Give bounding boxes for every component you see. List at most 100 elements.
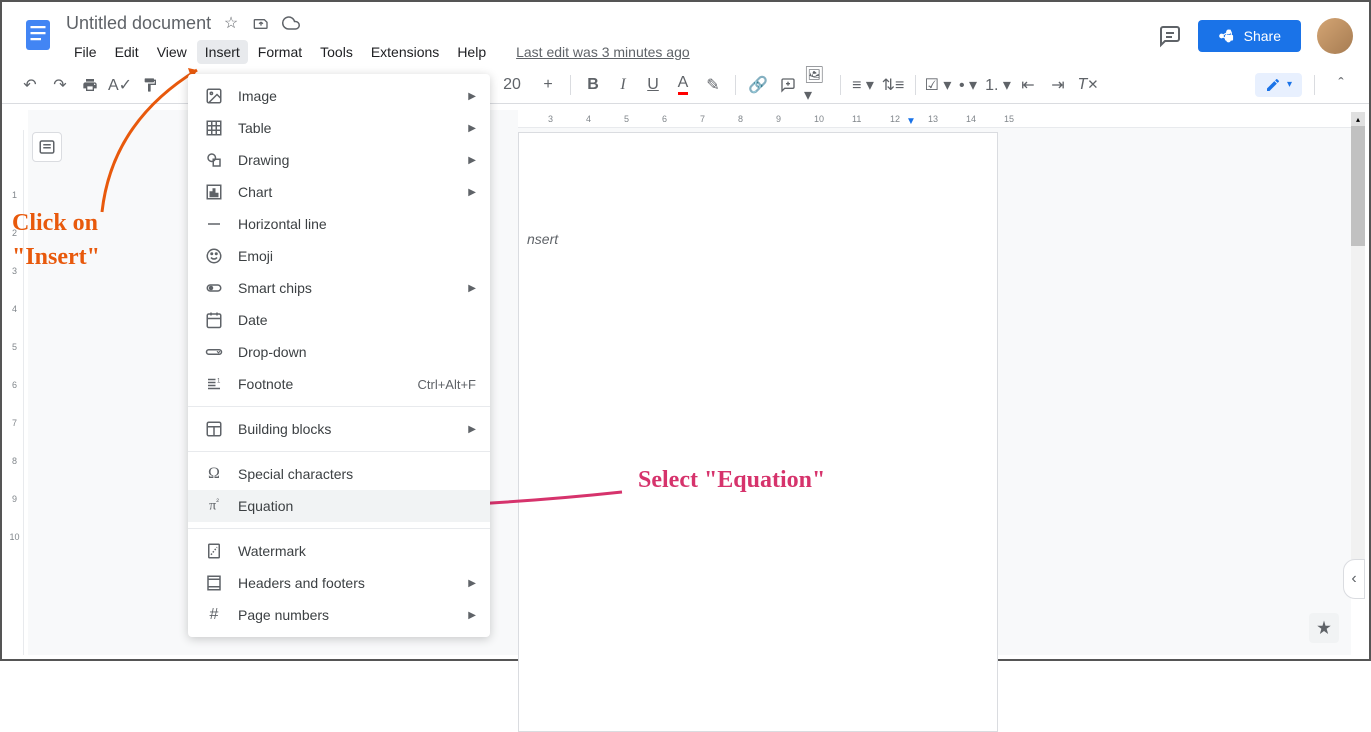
number-list-icon[interactable]: 1. ▾ bbox=[984, 71, 1012, 99]
dropdown-shortcut: Ctrl+Alt+F bbox=[417, 377, 476, 392]
dropdown-item-date[interactable]: Date bbox=[188, 304, 490, 336]
redo-icon[interactable]: ↷ bbox=[46, 71, 74, 99]
font-size-plus[interactable]: + bbox=[534, 71, 562, 99]
explore-icon[interactable] bbox=[1309, 613, 1339, 643]
insert-dropdown: Image▶Table▶Drawing▶Chart▶Horizontal lin… bbox=[188, 74, 490, 637]
document-page[interactable]: nsert bbox=[518, 132, 998, 732]
chevron-right-icon: ▶ bbox=[468, 91, 476, 102]
chevron-right-icon: ▶ bbox=[468, 283, 476, 294]
indent-marker-icon[interactable]: ▼ bbox=[906, 116, 916, 127]
line-spacing-icon[interactable]: ⇅≡ bbox=[879, 71, 907, 99]
menu-edit[interactable]: Edit bbox=[107, 40, 147, 64]
align-icon[interactable]: ≡ ▾ bbox=[849, 71, 877, 99]
drawing-icon bbox=[204, 150, 224, 170]
omega-icon: Ω bbox=[204, 464, 224, 484]
scroll-up-icon[interactable]: ▴ bbox=[1351, 112, 1365, 126]
cloud-status-icon[interactable] bbox=[281, 13, 301, 33]
footnote-icon: 1 bbox=[204, 374, 224, 394]
dropdown-item-label: Footnote bbox=[238, 376, 293, 392]
underline-icon[interactable]: U bbox=[639, 71, 667, 99]
font-size-input[interactable]: 20 bbox=[492, 71, 532, 99]
last-edit-link[interactable]: Last edit was 3 minutes ago bbox=[516, 44, 690, 60]
outline-toggle-icon[interactable] bbox=[32, 132, 62, 162]
comments-icon[interactable] bbox=[1158, 24, 1182, 48]
print-icon[interactable] bbox=[76, 71, 104, 99]
bold-icon[interactable]: B bbox=[579, 71, 607, 99]
dropdown-item-label: Drop-down bbox=[238, 344, 306, 360]
dropdown-item-footnote[interactable]: 1 Footnote Ctrl+Alt+F bbox=[188, 368, 490, 400]
dropdown-separator bbox=[188, 528, 490, 529]
dropdown-item-chart[interactable]: Chart▶ bbox=[188, 176, 490, 208]
dropdown-item-label: Page numbers bbox=[238, 607, 329, 623]
clear-format-icon[interactable]: T✕ bbox=[1074, 71, 1102, 99]
menu-extensions[interactable]: Extensions bbox=[363, 40, 447, 64]
chevron-right-icon: ▶ bbox=[468, 610, 476, 621]
dropdown-item-image[interactable]: Image ▶ bbox=[188, 80, 490, 112]
comment-add-icon[interactable] bbox=[774, 71, 802, 99]
headers-icon bbox=[204, 573, 224, 593]
share-button[interactable]: Share bbox=[1198, 20, 1301, 52]
menu-file[interactable]: File bbox=[66, 40, 105, 64]
link-icon[interactable]: 🔗 bbox=[744, 71, 772, 99]
dropdown-item-label: Image bbox=[238, 88, 277, 104]
dropdown-item-watermark[interactable]: Watermark bbox=[188, 535, 490, 567]
image-insert-icon[interactable]: 🖼 ▾ bbox=[804, 71, 832, 99]
dropdown-item-equation[interactable]: π²Equation bbox=[188, 490, 490, 522]
chevron-right-icon: ▶ bbox=[468, 187, 476, 198]
side-panel-toggle-icon[interactable]: ‹ bbox=[1343, 559, 1365, 599]
menu-insert[interactable]: Insert bbox=[197, 40, 248, 64]
menu-tools[interactable]: Tools bbox=[312, 40, 361, 64]
chevron-right-icon: ▶ bbox=[468, 123, 476, 134]
editing-mode-button[interactable]: ▾ bbox=[1255, 73, 1302, 97]
dropdown-item-label: Emoji bbox=[238, 248, 273, 264]
checklist-icon[interactable]: ☑ ▾ bbox=[924, 71, 952, 99]
dropdown-item-drawing[interactable]: Drawing▶ bbox=[188, 144, 490, 176]
scroll-thumb[interactable] bbox=[1351, 126, 1365, 246]
menu-format[interactable]: Format bbox=[250, 40, 310, 64]
text-color-icon[interactable]: A bbox=[669, 71, 697, 99]
dropdown-item-special-characters[interactable]: Ω Special characters bbox=[188, 458, 490, 490]
vertical-scrollbar[interactable]: ▴ bbox=[1351, 112, 1365, 569]
dropdown-item-label: Special characters bbox=[238, 466, 353, 482]
dropdown-item-table[interactable]: Table▶ bbox=[188, 112, 490, 144]
outdent-icon[interactable]: ⇤ bbox=[1014, 71, 1042, 99]
dropdown-item-horizontal-line[interactable]: Horizontal line bbox=[188, 208, 490, 240]
spellcheck-icon[interactable]: A✓ bbox=[106, 71, 134, 99]
dropdown-item-headers-and-footers[interactable]: Headers and footers▶ bbox=[188, 567, 490, 599]
vertical-ruler[interactable]: 1 2 3 4 5 6 7 8 9 10 bbox=[6, 130, 24, 655]
collapse-toolbar-icon[interactable]: ˆ bbox=[1327, 71, 1355, 99]
star-icon[interactable]: ☆ bbox=[221, 13, 241, 33]
menu-view[interactable]: View bbox=[149, 40, 195, 64]
dropdown-item-emoji[interactable]: Emoji bbox=[188, 240, 490, 272]
svg-text:1: 1 bbox=[217, 379, 221, 385]
image-icon bbox=[204, 86, 224, 106]
dropdown-item-label: Building blocks bbox=[238, 421, 331, 437]
dropdown-item-label: Smart chips bbox=[238, 280, 312, 296]
dropdown-item-label: Headers and footers bbox=[238, 575, 365, 591]
dropdown-item-smart-chips[interactable]: Smart chips ▶ bbox=[188, 272, 490, 304]
dropdown-icon bbox=[204, 342, 224, 362]
dropdown-item-building-blocks[interactable]: Building blocks▶ bbox=[188, 413, 490, 445]
highlight-icon[interactable]: ✎ bbox=[699, 71, 727, 99]
bullet-list-icon[interactable]: • ▾ bbox=[954, 71, 982, 99]
watermark-icon bbox=[204, 541, 224, 561]
emoji-icon bbox=[204, 246, 224, 266]
dropdown-separator bbox=[188, 406, 490, 407]
docs-logo-icon[interactable] bbox=[18, 10, 58, 60]
undo-icon[interactable]: ↶ bbox=[16, 71, 44, 99]
indent-icon[interactable]: ⇥ bbox=[1044, 71, 1072, 99]
dropdown-item-label: Horizontal line bbox=[238, 216, 327, 232]
dropdown-item-page-numbers[interactable]: #Page numbers▶ bbox=[188, 599, 490, 631]
menu-help[interactable]: Help bbox=[449, 40, 494, 64]
avatar[interactable] bbox=[1317, 18, 1353, 54]
italic-icon[interactable]: I bbox=[609, 71, 637, 99]
smartchip-icon bbox=[204, 278, 224, 298]
table-icon bbox=[204, 118, 224, 138]
dropdown-separator bbox=[188, 451, 490, 452]
paint-format-icon[interactable] bbox=[136, 71, 164, 99]
move-icon[interactable] bbox=[251, 13, 271, 33]
chevron-right-icon: ▶ bbox=[468, 155, 476, 166]
dropdown-item-drop-down[interactable]: Drop-down bbox=[188, 336, 490, 368]
horizontal-ruler[interactable]: 3 4 5 6 7 8 9 10 11 12 ▼ 13 14 15 bbox=[518, 110, 1351, 128]
document-title[interactable]: Untitled document bbox=[66, 13, 211, 34]
